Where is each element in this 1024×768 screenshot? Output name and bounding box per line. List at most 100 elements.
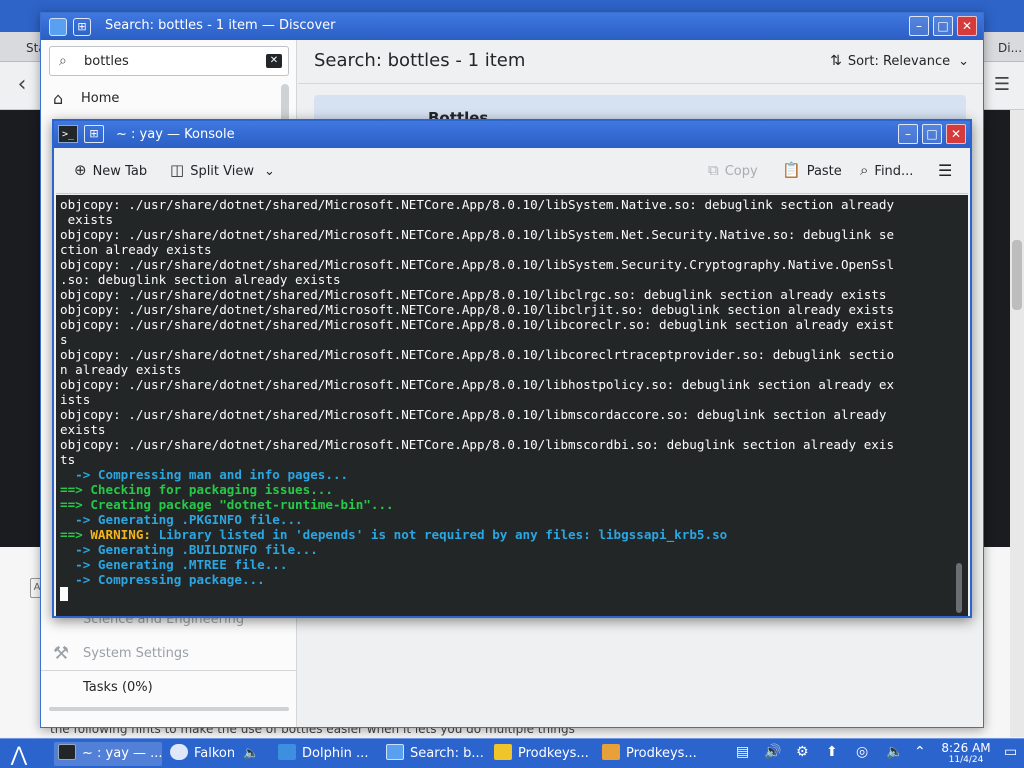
find-label: Find... — [874, 164, 914, 179]
terminal-line-text: -> Generating .MTREE file... — [60, 557, 288, 572]
copy-button[interactable]: ⧉ Copy — [708, 161, 758, 183]
maximize-button[interactable]: □ — [933, 16, 953, 36]
settings-icon[interactable]: ⚙ — [796, 744, 809, 760]
taskbar-item-konsole[interactable]: ~ : yay — ... — [54, 742, 163, 766]
terminal-scrollbar[interactable] — [956, 563, 962, 613]
taskbar-item-dolphin[interactable]: Dolphin ... — [274, 742, 378, 766]
audio-icon[interactable]: 🔈 — [886, 744, 903, 760]
taskbar-item-label: ~ : yay — ... — [82, 746, 163, 761]
terminal-line-text: n already exists — [60, 362, 182, 377]
terminal-line-text: objcopy: ./usr/share/dotnet/shared/Micro… — [60, 407, 887, 422]
wrench-icon: ⚒ — [53, 643, 70, 664]
taskbar-item-prodkeys-2[interactable]: Prodkeys... — [598, 742, 702, 766]
clear-text-icon[interactable]: ✕ — [266, 54, 282, 68]
falkon-icon — [170, 744, 188, 760]
window-menu-icon[interactable]: ⊞ — [84, 125, 104, 143]
network-icon[interactable]: ◎ — [856, 744, 868, 760]
split-view-label: Split View — [190, 164, 254, 179]
terminal-line: objcopy: ./usr/share/dotnet/shared/Micro… — [60, 227, 944, 242]
browser-tab[interactable]: Di... — [990, 36, 1024, 62]
back-arrow-icon[interactable]: ‹ — [10, 74, 34, 98]
text-cursor — [60, 587, 68, 601]
document-icon — [602, 744, 620, 760]
terminal-line: .so: debuglink section already exists — [60, 272, 944, 287]
volume-icon[interactable]: 🔊 — [764, 744, 781, 760]
terminal-line-text: ==> WARNING: Library listed in 'depends'… — [60, 527, 728, 542]
terminal-icon: >_ — [58, 125, 78, 143]
clock-time: 8:26 AM — [941, 741, 991, 755]
terminal-line-text: ction already exists — [60, 242, 212, 257]
terminal-line-text: s — [60, 332, 68, 347]
maximize-button[interactable]: □ — [922, 124, 942, 144]
terminal-icon — [58, 744, 76, 760]
terminal-line: -> Compressing man and info pages... — [60, 467, 944, 482]
app-launcher-icon[interactable]: ⋀ — [8, 742, 30, 766]
search-icon: ⌕ — [59, 53, 67, 69]
terminal-line-text: objcopy: ./usr/share/dotnet/shared/Micro… — [60, 377, 895, 392]
konsole-titlebar[interactable]: >_ ⊞ ~ : yay — Konsole – □ ✕ — [54, 121, 970, 148]
clock[interactable]: 8:26 AM 11/4/24 — [938, 741, 994, 766]
discover-header: Search: bottles - 1 item ⇅ Sort: Relevanc… — [298, 40, 983, 84]
terminal-line-text: exists — [60, 422, 106, 437]
terminal-line: ==> Checking for packaging issues... — [60, 482, 944, 497]
sidebar-item-system-settings[interactable]: ⚒ System Settings — [49, 640, 281, 668]
browser-scrollbar[interactable] — [1010, 110, 1024, 737]
terminal-line-text: ==> Checking for packaging issues... — [60, 482, 333, 497]
find-icon: ⌕ — [860, 161, 869, 179]
hamburger-menu-icon[interactable]: ☰ — [990, 74, 1014, 98]
speaker-icon: 🔈 — [243, 746, 260, 761]
terminal-lines: objcopy: ./usr/share/dotnet/shared/Micro… — [60, 197, 944, 602]
terminal-line: s — [60, 332, 944, 347]
show-desktop-icon[interactable]: ▭ — [1004, 744, 1017, 760]
home-icon: ⌂ — [53, 89, 64, 108]
terminal-line: -> Compressing package... — [60, 572, 944, 587]
terminal-line: -> Generating .BUILDINFO file... — [60, 542, 944, 557]
window-menu-icon[interactable]: ⊞ — [73, 18, 91, 36]
taskbar-item-prodkeys-1[interactable]: Prodkeys... — [490, 742, 594, 766]
discover-icon — [386, 744, 404, 760]
hamburger-menu-icon[interactable]: ☰ — [938, 161, 952, 183]
sidebar-item-home[interactable]: ⌂ Home — [49, 84, 273, 114]
sidebar-item-label: System Settings — [83, 646, 189, 661]
taskbar-item-label: Falkon — [194, 746, 236, 761]
new-tab-button[interactable]: ⊕ New Tab — [74, 161, 147, 183]
find-button[interactable]: ⌕ Find... — [860, 161, 913, 183]
paste-icon: 📋 — [782, 161, 801, 179]
terminal-line: objcopy: ./usr/share/dotnet/shared/Micro… — [60, 347, 944, 362]
chevron-up-icon[interactable]: ⌃ — [914, 744, 926, 760]
clipboard-icon[interactable]: ▤ — [736, 744, 749, 760]
discover-titlebar[interactable]: ⊞ Search: bottles - 1 item — Discover – … — [41, 13, 983, 40]
minimize-button[interactable]: – — [898, 124, 918, 144]
terminal-line-text: objcopy: ./usr/share/dotnet/shared/Micro… — [60, 347, 895, 362]
taskbar-item-discover[interactable]: Search: b... — [382, 742, 486, 766]
terminal-line: ts — [60, 452, 944, 467]
taskbar-item-falkon[interactable]: Falkon 🔈 — [166, 742, 270, 766]
new-tab-icon: ⊕ — [74, 161, 87, 179]
close-button[interactable]: ✕ — [946, 124, 966, 144]
browser-scrollbar-thumb[interactable] — [1012, 240, 1022, 310]
sort-icon: ⇅ — [830, 53, 842, 69]
terminal-output[interactable]: objcopy: ./usr/share/dotnet/shared/Micro… — [56, 195, 968, 616]
update-icon[interactable]: ⬆ — [826, 744, 838, 760]
close-button[interactable]: ✕ — [957, 16, 977, 36]
terminal-line: objcopy: ./usr/share/dotnet/shared/Micro… — [60, 407, 944, 422]
search-input[interactable] — [84, 51, 264, 71]
page-title: Search: bottles - 1 item — [314, 50, 526, 71]
split-view-button[interactable]: ◫ Split View ⌄ — [170, 161, 275, 183]
tasks-progress[interactable]: Tasks (0%) — [41, 670, 297, 704]
terminal-line: exists — [60, 212, 944, 227]
sort-dropdown[interactable]: ⇅ Sort: Relevance ⌄ — [830, 53, 969, 69]
terminal-line: objcopy: ./usr/share/dotnet/shared/Micro… — [60, 287, 944, 302]
terminal-line: n already exists — [60, 362, 944, 377]
terminal-line: exists — [60, 422, 944, 437]
search-box[interactable]: ⌕ ✕ — [49, 46, 289, 76]
terminal-line: objcopy: ./usr/share/dotnet/shared/Micro… — [60, 197, 944, 212]
terminal-line: ==> WARNING: Library listed in 'depends'… — [60, 527, 944, 542]
terminal-line: ists — [60, 392, 944, 407]
terminal-line-text: exists — [60, 212, 114, 227]
discover-app-icon — [49, 18, 67, 36]
terminal-prompt-line — [60, 587, 944, 602]
minimize-button[interactable]: – — [909, 16, 929, 36]
paste-button[interactable]: 📋 Paste — [782, 161, 842, 183]
taskbar-item-label: Prodkeys... — [626, 746, 697, 761]
